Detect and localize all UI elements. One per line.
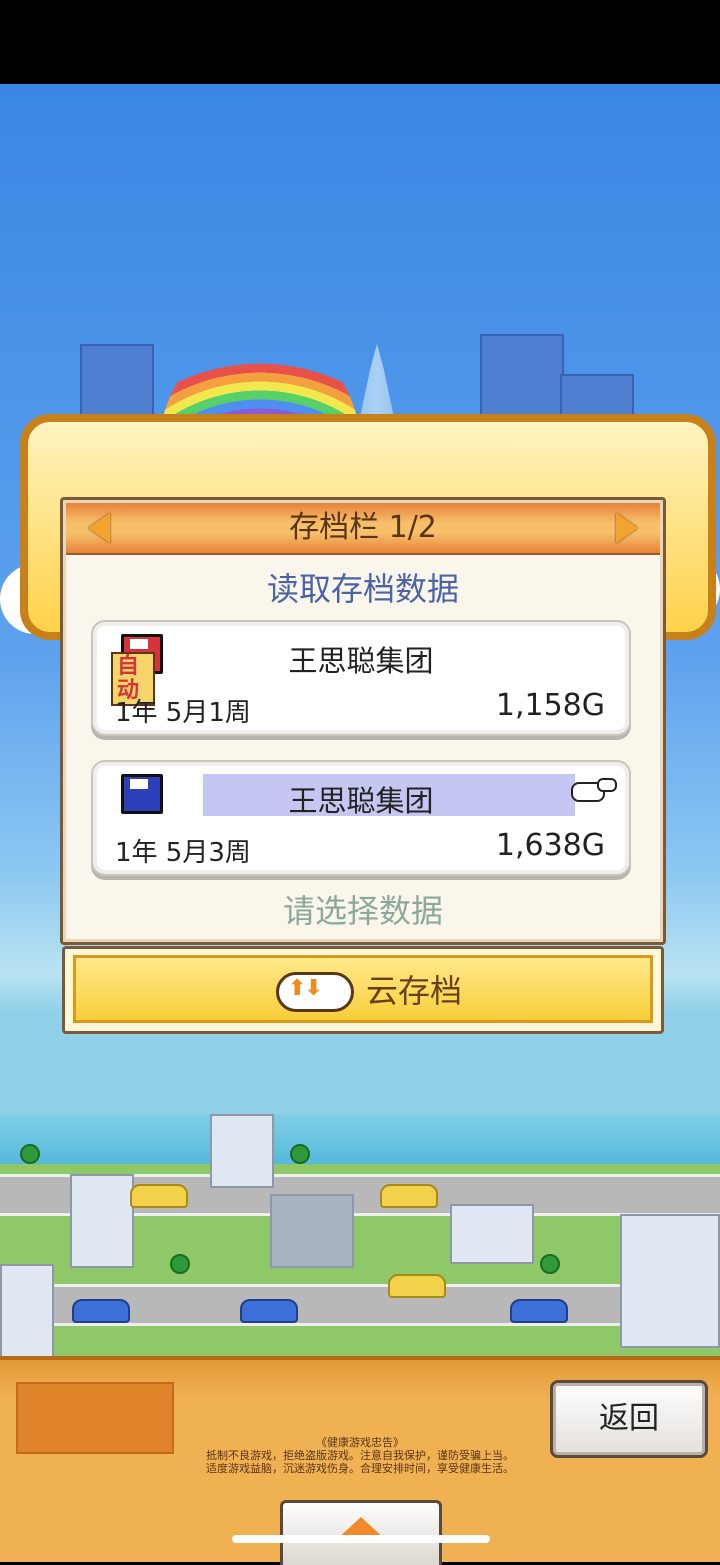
- save-slot-auto[interactable]: 自动 王思聪集团 1年 5月1周 1,158G: [91, 620, 631, 736]
- car-graphic: [380, 1184, 438, 1208]
- status-bar: [0, 0, 720, 84]
- city-building: [210, 1114, 274, 1188]
- city-building: [450, 1204, 534, 1264]
- car-graphic: [72, 1299, 130, 1323]
- save-slot-money: 1,158G: [495, 688, 605, 723]
- save-slot-date: 1年 5月1周: [115, 698, 251, 728]
- tree-graphic: [290, 1144, 310, 1164]
- expand-menu-button[interactable]: [280, 1500, 442, 1565]
- tree-graphic: [170, 1254, 190, 1274]
- save-slot-panel: 存档栏 1/2 读取存档数据 自动 王思聪集团 1年 5月1周 1,158G 王…: [60, 497, 666, 945]
- city-building: [620, 1214, 720, 1348]
- cloud-save-label: 云存档: [366, 972, 463, 1010]
- health-notice: 《健康游戏忠告》 抵制不良游戏，拒绝盗版游戏。注意自我保护，谨防受骗上当。 适度…: [180, 1436, 540, 1475]
- save-slot-1[interactable]: 王思聪集团 1年 5月3周 1,638G: [91, 760, 631, 876]
- back-button-label: 返回: [599, 1401, 659, 1436]
- car-graphic: [130, 1184, 188, 1208]
- panel-header: 存档栏 1/2: [66, 503, 660, 555]
- panel-subtitle: 读取存档数据: [266, 570, 459, 608]
- health-notice-line: 抵制不良游戏，拒绝盗版游戏。注意自我保护，谨防受骗上当。: [206, 1449, 514, 1462]
- car-graphic: [240, 1299, 298, 1323]
- health-notice-line: 适度游戏益脑，沉迷游戏伤身。合理安排时间，享受健康生活。: [206, 1462, 514, 1475]
- home-indicator[interactable]: [232, 1535, 490, 1543]
- car-graphic: [388, 1274, 446, 1298]
- city-building: [70, 1174, 134, 1268]
- select-data-hint: 请选择数据: [282, 892, 443, 930]
- tree-graphic: [20, 1144, 40, 1164]
- city-building: [270, 1194, 354, 1268]
- cloud-save-button[interactable]: ⬆⬇ 云存档: [62, 946, 664, 1034]
- save-slot-money: 1,638G: [495, 828, 605, 863]
- tree-graphic: [540, 1254, 560, 1274]
- back-button[interactable]: 返回: [550, 1380, 708, 1458]
- next-page-arrow-icon[interactable]: [616, 513, 638, 543]
- bottom-left-panel: [16, 1382, 174, 1454]
- city-building: [0, 1264, 54, 1356]
- cloud-sync-icon: ⬆⬇: [272, 966, 354, 1012]
- car-graphic: [510, 1299, 568, 1323]
- bottom-bar: 返回 《健康游戏忠告》 抵制不良游戏，拒绝盗版游戏。注意自我保护，谨防受骗上当。…: [0, 1356, 720, 1565]
- save-slot-company-name: 王思聪集团: [288, 784, 434, 818]
- health-notice-title: 《健康游戏忠告》: [316, 1436, 404, 1449]
- save-slot-date: 1年 5月3周: [115, 838, 251, 868]
- panel-title: 存档栏 1/2: [289, 510, 437, 545]
- save-slot-company-name: 王思聪集团: [288, 644, 434, 678]
- pointing-hand-icon: [571, 776, 617, 804]
